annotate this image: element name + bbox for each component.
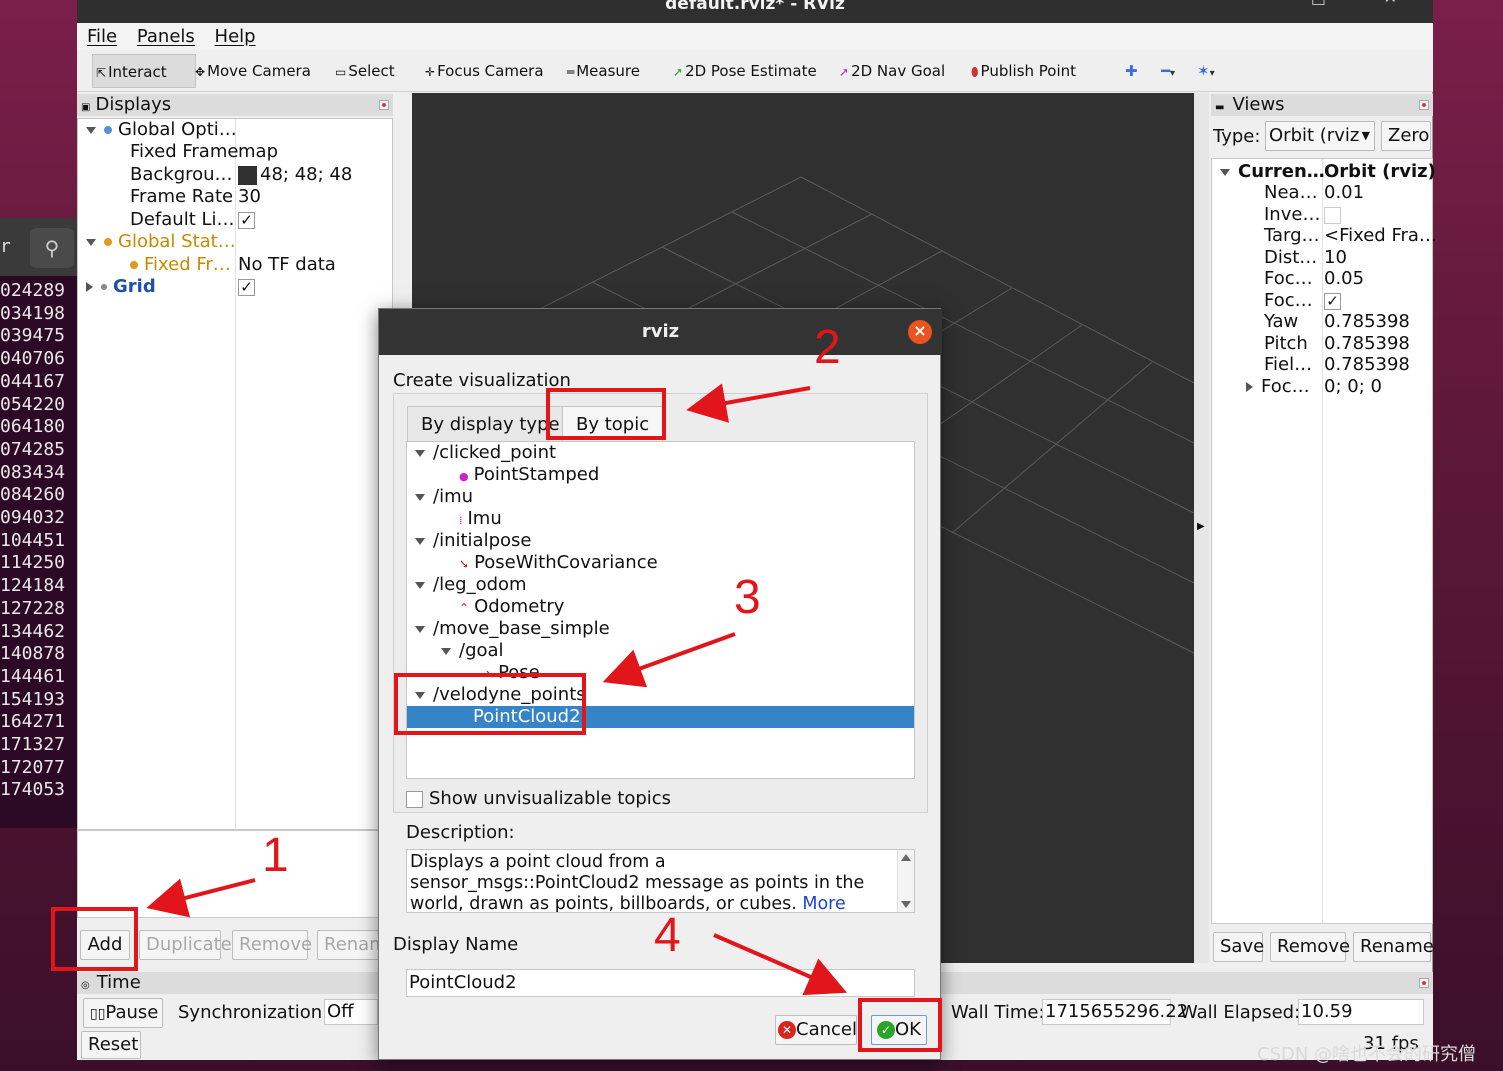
annotation-number-3: 3 [734, 571, 761, 624]
annotation-number-1: 1 [262, 829, 289, 882]
watermark: CSDN @啥也不会的研究僧 [1257, 1044, 1477, 1065]
annotation-number-4: 4 [654, 909, 681, 962]
annotation-number-2: 2 [814, 321, 841, 374]
annotation-arrows [146, 383, 848, 996]
